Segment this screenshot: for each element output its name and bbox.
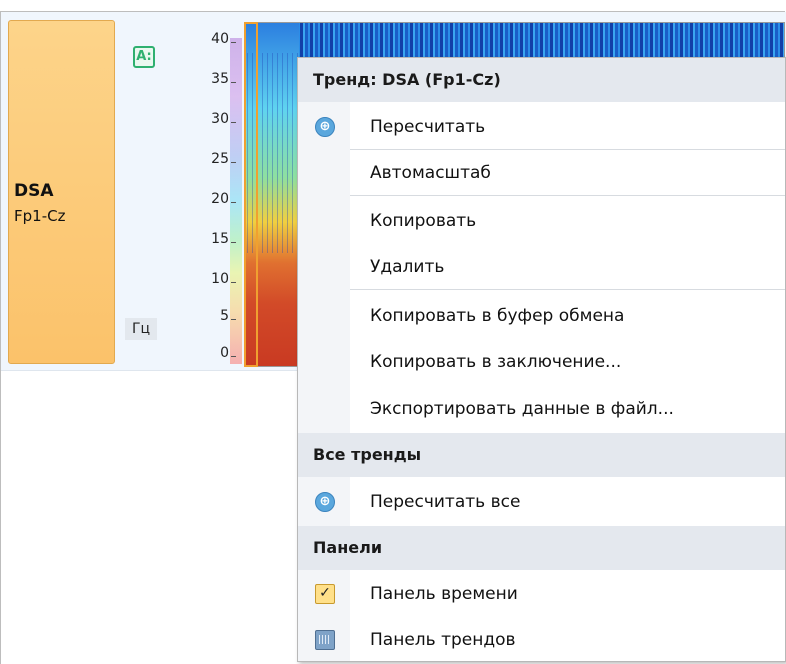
color-scale: [230, 38, 242, 364]
menu-item-time-panel[interactable]: ✓ Панель времени: [298, 571, 785, 617]
menu-separator: [350, 195, 785, 196]
menu-item-label: Пересчитать все: [370, 492, 521, 512]
tick-mark: [231, 242, 236, 243]
unit-label: Гц: [125, 318, 157, 340]
tick-mark: [231, 82, 236, 83]
menu-item-export[interactable]: Экспортировать данные в файл...: [298, 386, 785, 432]
check-icon: ✓: [315, 584, 335, 604]
tick-label: 40: [211, 31, 229, 47]
menu-item-copy-to-report[interactable]: Копировать в заключение...: [298, 339, 785, 385]
menu-item-delete[interactable]: Удалить: [298, 244, 785, 290]
menu-item-label: Копировать в буфер обмена: [370, 306, 625, 326]
tick-mark: [231, 282, 236, 283]
menu-item-label: Копировать: [370, 211, 477, 231]
menu-item-copy-clipboard[interactable]: Копировать в буфер обмена: [298, 293, 785, 339]
channel-name: DSA: [14, 181, 54, 201]
tick-mark: [231, 356, 236, 357]
menu-item-label: Удалить: [370, 257, 445, 277]
tick-label: 30: [211, 111, 229, 127]
tick-mark: [231, 122, 236, 123]
menu-item-label: Автомасштаб: [370, 163, 491, 183]
context-menu: Тренд: DSA (Fp1-Cz) ⊕ Пересчитать Автома…: [297, 57, 786, 662]
menu-item-autoscale[interactable]: Автомасштаб: [298, 150, 785, 196]
tick-mark: [231, 162, 236, 163]
time-cursor[interactable]: [244, 22, 258, 367]
tick-label: 15: [211, 231, 229, 247]
tick-label: 0: [220, 345, 229, 361]
recalc-icon: ⊕: [315, 492, 335, 512]
autoscale-icon[interactable]: A:: [133, 46, 155, 68]
menu-separator: [350, 289, 785, 290]
channel-lead: Fp1-Cz: [14, 207, 66, 225]
spectrogram-upper-band: [245, 23, 784, 57]
tick-label: 20: [211, 191, 229, 207]
recalc-icon: ⊕: [315, 117, 335, 137]
menu-header-panels: Панели: [298, 526, 785, 570]
panel-icon: [315, 630, 335, 650]
menu-item-trends-panel[interactable]: Панель трендов: [298, 617, 785, 663]
tick-label: 25: [211, 151, 229, 167]
channel-label[interactable]: DSA Fp1-Cz: [8, 20, 115, 364]
menu-item-label: Экспортировать данные в файл...: [370, 399, 674, 419]
tick-mark: [231, 319, 236, 320]
tick-label: 10: [211, 271, 229, 287]
menu-item-label: Пересчитать: [370, 117, 486, 137]
menu-item-label: Копировать в заключение...: [370, 352, 622, 372]
tick-mark: [231, 42, 236, 43]
menu-header-all-trends: Все тренды: [298, 433, 785, 477]
tick-label: 5: [220, 308, 229, 324]
menu-item-label: Панель трендов: [370, 630, 516, 650]
menu-item-recalculate[interactable]: ⊕ Пересчитать: [298, 104, 785, 150]
menu-item-recalculate-all[interactable]: ⊕ Пересчитать все: [298, 479, 785, 525]
menu-item-label: Панель времени: [370, 584, 518, 604]
tick-label: 35: [211, 71, 229, 87]
tick-mark: [231, 202, 236, 203]
menu-header-trend: Тренд: DSA (Fp1-Cz): [298, 58, 785, 102]
menu-item-copy[interactable]: Копировать: [298, 198, 785, 244]
